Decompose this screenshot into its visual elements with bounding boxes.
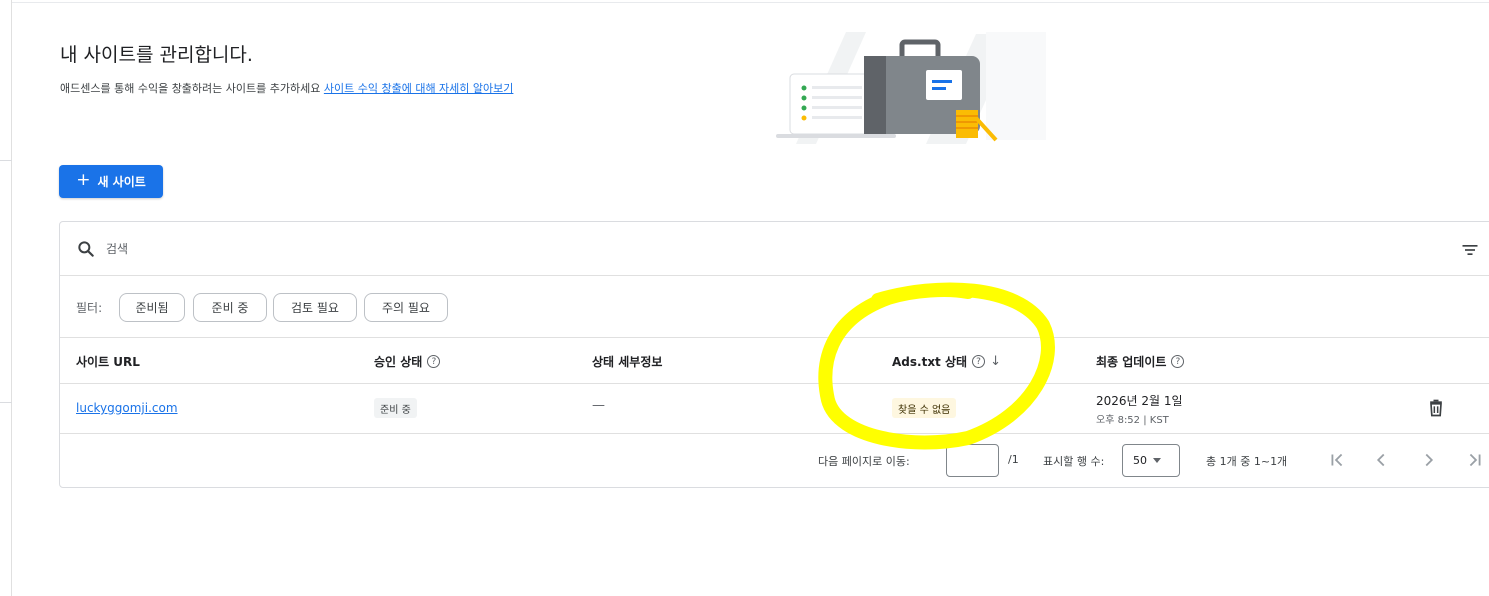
delete-icon[interactable] — [1426, 398, 1446, 418]
rows-per-page-label: 표시할 행 수: — [1043, 455, 1105, 468]
range-text: 총 1개 중 1~1개 — [1206, 455, 1288, 468]
filter-chip-ready[interactable]: 준비됨 — [119, 293, 185, 322]
column-header-last-updated[interactable]: 최종 업데이트 ? — [1096, 353, 1185, 370]
search-icon — [78, 241, 94, 257]
filter-list-icon[interactable] — [1460, 240, 1480, 260]
last-updated-time: 오후 8:52 | KST — [1096, 415, 1169, 426]
last-updated-date: 2026년 2월 1일 — [1096, 394, 1183, 408]
goto-page-label: 다음 페이지로 이동: — [818, 455, 910, 468]
subtitle-text: 애드센스를 통해 수익을 창출하려는 사이트를 추가하세요 — [60, 82, 321, 95]
sort-arrow-down-icon[interactable]: ↓ — [990, 354, 1001, 369]
column-label: 승인 상태 — [374, 355, 423, 369]
learn-more-link[interactable]: 사이트 수익 창출에 대해 자세히 알아보기 — [324, 82, 514, 95]
filter-bar: 필터: 준비됨 준비 중 검토 필요 주의 필요 — [60, 276, 1489, 338]
dropdown-caret-icon — [1153, 458, 1161, 463]
last-page-icon[interactable] — [1464, 449, 1486, 471]
total-pages-text: /1 — [1008, 453, 1019, 466]
rows-per-page-select[interactable]: 50 — [1122, 444, 1180, 477]
rows-per-page-value: 50 — [1133, 454, 1147, 467]
rail-divider — [0, 160, 12, 161]
column-header-site-url[interactable]: 사이트 URL — [76, 353, 140, 370]
new-site-button[interactable]: + 새 사이트 — [59, 165, 163, 198]
page-title: 내 사이트를 관리합니다. — [60, 44, 253, 66]
table-row: luckyggomji.com 준비 중 — 찾을 수 없음 2026년 2월 … — [60, 384, 1489, 434]
help-icon[interactable]: ? — [972, 355, 986, 368]
search-bar — [60, 222, 1489, 276]
ads-txt-status-badge: 찾을 수 없음 — [892, 398, 957, 418]
filter-label: 필터: — [76, 301, 103, 315]
help-icon[interactable]: ? — [1171, 355, 1185, 368]
column-header-ads-txt-status[interactable]: Ads.txt 상태 ? ↓ — [892, 353, 1001, 370]
briefcase-illustration — [776, 32, 1046, 144]
previous-page-icon[interactable] — [1370, 449, 1392, 471]
top-divider — [12, 2, 1489, 3]
page-subtitle: 애드센스를 통해 수익을 창출하려는 사이트를 추가하세요 사이트 수익 창출에… — [60, 80, 513, 96]
goto-page-input[interactable] — [946, 444, 999, 477]
first-page-icon[interactable] — [1326, 449, 1348, 471]
column-label: Ads.txt 상태 — [892, 355, 968, 369]
column-header-approval-status[interactable]: 승인 상태 ? — [374, 353, 441, 370]
column-label: 상태 세부정보 — [592, 355, 663, 369]
help-icon[interactable]: ? — [427, 355, 441, 368]
approval-status-badge: 준비 중 — [374, 398, 417, 418]
status-details-value: — — [592, 398, 605, 413]
search-input[interactable] — [106, 235, 706, 263]
column-header-status-details[interactable]: 상태 세부정보 — [592, 353, 662, 370]
rail-divider — [0, 402, 12, 403]
filter-chip-needs-attention[interactable]: 주의 필요 — [364, 293, 448, 322]
plus-icon: + — [76, 170, 91, 190]
table-header: 사이트 URL 승인 상태 ? 상태 세부정보 Ads.txt 상태 ? ↓ 최… — [60, 338, 1489, 384]
column-label: 사이트 URL — [76, 355, 140, 369]
sites-table-card: 필터: 준비됨 준비 중 검토 필요 주의 필요 사이트 URL 승인 상태 ?… — [59, 221, 1489, 488]
left-rail — [0, 0, 12, 596]
filter-chip-preparing[interactable]: 준비 중 — [193, 293, 267, 322]
column-label: 최종 업데이트 — [1096, 355, 1167, 369]
pagination-bar: 다음 페이지로 이동: /1 표시할 행 수: 50 총 1개 중 1~1개 — [60, 434, 1489, 488]
next-page-icon[interactable] — [1418, 449, 1440, 471]
site-url-link[interactable]: luckyggomji.com — [76, 401, 178, 415]
filter-chip-needs-review[interactable]: 검토 필요 — [273, 293, 357, 322]
new-site-label: 새 사이트 — [97, 175, 146, 189]
